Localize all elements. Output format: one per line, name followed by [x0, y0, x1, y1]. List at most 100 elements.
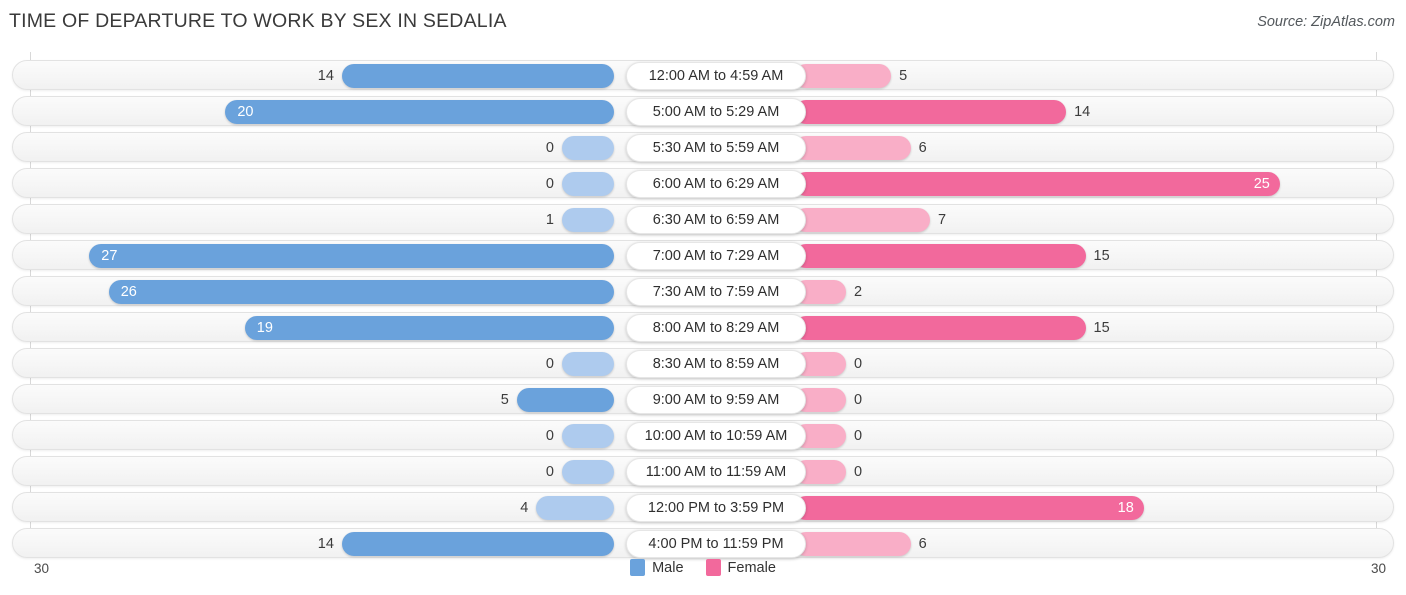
bar-value-female: 0: [854, 356, 863, 372]
row-bars: 0 0 11:00 AM to 11:59 AM: [13, 457, 1406, 487]
bar-value-female: 0: [854, 392, 863, 408]
row-bars: 0 0 8:30 AM to 8:59 AM: [13, 349, 1406, 379]
bar-female[interactable]: [794, 64, 892, 88]
row-bars: 14 5 12:00 AM to 4:59 AM: [13, 61, 1406, 91]
bar-male[interactable]: [244, 316, 614, 340]
bar-male[interactable]: [89, 244, 614, 268]
table-row[interactable]: 5 0 9:00 AM to 9:59 AM: [12, 384, 1394, 414]
category-label: 11:00 AM to 11:59 AM: [626, 458, 806, 486]
bar-value-male: 14: [317, 536, 334, 552]
category-label: 7:30 AM to 7:59 AM: [626, 278, 806, 306]
bar-value-female: 15: [1093, 248, 1110, 264]
row-bars: 20 14 5:00 AM to 5:29 AM: [13, 97, 1406, 127]
row-bars: 27 15 7:00 AM to 7:29 AM: [13, 241, 1406, 271]
bar-value-male: 20: [237, 104, 254, 120]
category-label: 9:00 AM to 9:59 AM: [626, 386, 806, 414]
table-row[interactable]: 27 15 7:00 AM to 7:29 AM: [12, 240, 1394, 270]
table-row[interactable]: 26 2 7:30 AM to 7:59 AM: [12, 276, 1394, 306]
category-label: 5:00 AM to 5:29 AM: [626, 98, 806, 126]
bar-male[interactable]: [562, 424, 614, 448]
bar-value-male: 26: [120, 284, 137, 300]
bar-value-female: 6: [918, 140, 927, 156]
category-label: 5:30 AM to 5:59 AM: [626, 134, 806, 162]
bar-female[interactable]: [794, 136, 911, 160]
bar-value-male: 1: [545, 212, 554, 228]
bar-male[interactable]: [562, 136, 614, 160]
bar-value-male: 14: [317, 68, 334, 84]
bar-value-female: 14: [1074, 104, 1091, 120]
bar-male[interactable]: [562, 352, 614, 376]
bar-value-male: 19: [256, 320, 273, 336]
bar-value-male: 0: [545, 356, 554, 372]
bar-value-female: 6: [918, 536, 927, 552]
bar-female[interactable]: [794, 208, 931, 232]
table-row[interactable]: 14 6 4:00 PM to 11:59 PM: [12, 528, 1394, 558]
row-bars: 4 18 12:00 PM to 3:59 PM: [13, 493, 1406, 523]
male-swatch-icon: [630, 559, 646, 576]
bar-value-female: 15: [1093, 320, 1110, 336]
category-label: 7:00 AM to 7:29 AM: [626, 242, 806, 270]
table-row[interactable]: 0 25 6:00 AM to 6:29 AM: [12, 168, 1394, 198]
row-bars: 0 6 5:30 AM to 5:59 AM: [13, 133, 1406, 163]
source-attribution: Source: ZipAtlas.com: [1257, 14, 1395, 30]
legend-item-male[interactable]: Male: [630, 559, 684, 576]
table-row[interactable]: 19 15 8:00 AM to 8:29 AM: [12, 312, 1394, 342]
table-row[interactable]: 20 14 5:00 AM to 5:29 AM: [12, 96, 1394, 126]
bar-male[interactable]: [516, 388, 614, 412]
bar-male[interactable]: [225, 100, 614, 124]
table-row[interactable]: 0 0 10:00 AM to 10:59 AM: [12, 420, 1394, 450]
bar-male[interactable]: [562, 172, 614, 196]
plot-area: 14 5 12:00 AM to 4:59 AM 20 14 5:00 AM to 5:2…: [0, 52, 1406, 558]
bar-male[interactable]: [341, 532, 614, 556]
bar-female[interactable]: [794, 496, 1144, 520]
bar-male[interactable]: [341, 64, 614, 88]
bar-male[interactable]: [562, 460, 614, 484]
bar-male[interactable]: [536, 496, 614, 520]
bar-male[interactable]: [562, 208, 614, 232]
row-bars: 14 6 4:00 PM to 11:59 PM: [13, 529, 1406, 559]
chart-container: TIME OF DEPARTURE TO WORK BY SEX IN SEDA…: [0, 0, 1406, 595]
category-label: 8:00 AM to 8:29 AM: [626, 314, 806, 342]
legend-item-female[interactable]: Female: [705, 559, 776, 576]
bar-value-male: 4: [520, 500, 529, 516]
legend-label: Male: [652, 559, 684, 576]
bar-value-male: 0: [545, 428, 554, 444]
chart-title: TIME OF DEPARTURE TO WORK BY SEX IN SEDA…: [9, 10, 507, 32]
category-label: 4:00 PM to 11:59 PM: [626, 530, 806, 558]
bar-female[interactable]: [794, 172, 1280, 196]
category-label: 6:00 AM to 6:29 AM: [626, 170, 806, 198]
row-bars: 19 15 8:00 AM to 8:29 AM: [13, 313, 1406, 343]
row-bars: 0 0 10:00 AM to 10:59 AM: [13, 421, 1406, 451]
row-bars: 26 2 7:30 AM to 7:59 AM: [13, 277, 1406, 307]
bar-value-male: 5: [500, 392, 509, 408]
category-label: 6:30 AM to 6:59 AM: [626, 206, 806, 234]
female-swatch-icon: [705, 559, 721, 576]
bar-female[interactable]: [794, 532, 911, 556]
bar-female[interactable]: [794, 244, 1086, 268]
legend-label: Female: [727, 559, 776, 576]
table-row[interactable]: 0 6 5:30 AM to 5:59 AM: [12, 132, 1394, 162]
bar-value-female: 7: [938, 212, 947, 228]
bar-value-female: 5: [899, 68, 908, 84]
row-bars: 1 7 6:30 AM to 6:59 AM: [13, 205, 1406, 235]
bar-female[interactable]: [794, 100, 1067, 124]
bar-value-female: 0: [854, 464, 863, 480]
table-row[interactable]: 0 0 8:30 AM to 8:59 AM: [12, 348, 1394, 378]
row-bars: 5 0 9:00 AM to 9:59 AM: [13, 385, 1406, 415]
chart-legend: Male Female: [0, 559, 1406, 576]
bar-value-female: 18: [1117, 500, 1134, 516]
table-row[interactable]: 4 18 12:00 PM to 3:59 PM: [12, 492, 1394, 522]
category-label: 12:00 PM to 3:59 PM: [626, 494, 806, 522]
bar-value-male: 0: [545, 140, 554, 156]
table-row[interactable]: 1 7 6:30 AM to 6:59 AM: [12, 204, 1394, 234]
table-row[interactable]: 14 5 12:00 AM to 4:59 AM: [12, 60, 1394, 90]
bar-female[interactable]: [794, 316, 1086, 340]
bar-value-male: 0: [545, 464, 554, 480]
category-label: 10:00 AM to 10:59 AM: [626, 422, 806, 450]
table-row[interactable]: 0 0 11:00 AM to 11:59 AM: [12, 456, 1394, 486]
bar-value-female: 2: [854, 284, 863, 300]
bar-value-female: 0: [854, 428, 863, 444]
bar-male[interactable]: [108, 280, 614, 304]
category-label: 8:30 AM to 8:59 AM: [626, 350, 806, 378]
category-label: 12:00 AM to 4:59 AM: [626, 62, 806, 90]
